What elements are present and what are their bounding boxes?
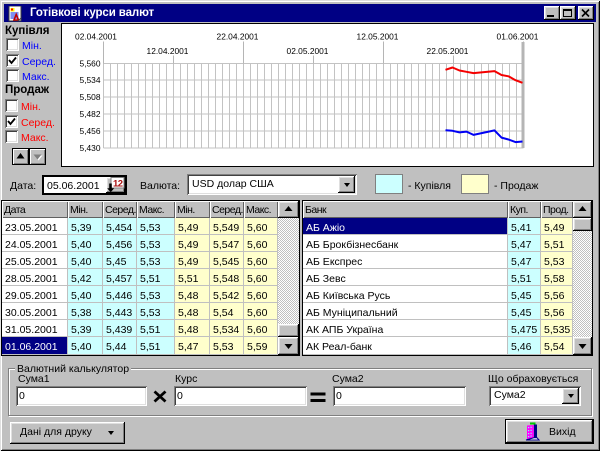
svg-text:02.05.2001: 02.05.2001 <box>287 46 329 56</box>
svg-text:5,456: 5,456 <box>80 126 101 136</box>
svg-text:12: 12 <box>113 179 123 190</box>
svg-text:22.04.2001: 22.04.2001 <box>217 32 259 42</box>
svg-text:22.05.2001: 22.05.2001 <box>427 46 469 56</box>
svg-text:5,560: 5,560 <box>80 58 101 68</box>
svg-text:02.04.2001: 02.04.2001 <box>75 32 117 42</box>
svg-text:01.06.2001: 01.06.2001 <box>497 32 539 42</box>
svg-text:12.05.2001: 12.05.2001 <box>357 32 399 42</box>
svg-text:12.04.2001: 12.04.2001 <box>147 46 189 56</box>
svg-text:5,430: 5,430 <box>80 143 101 153</box>
svg-text:5,508: 5,508 <box>80 92 101 102</box>
svg-text:5,534: 5,534 <box>80 75 101 85</box>
svg-text:5,482: 5,482 <box>80 109 101 119</box>
